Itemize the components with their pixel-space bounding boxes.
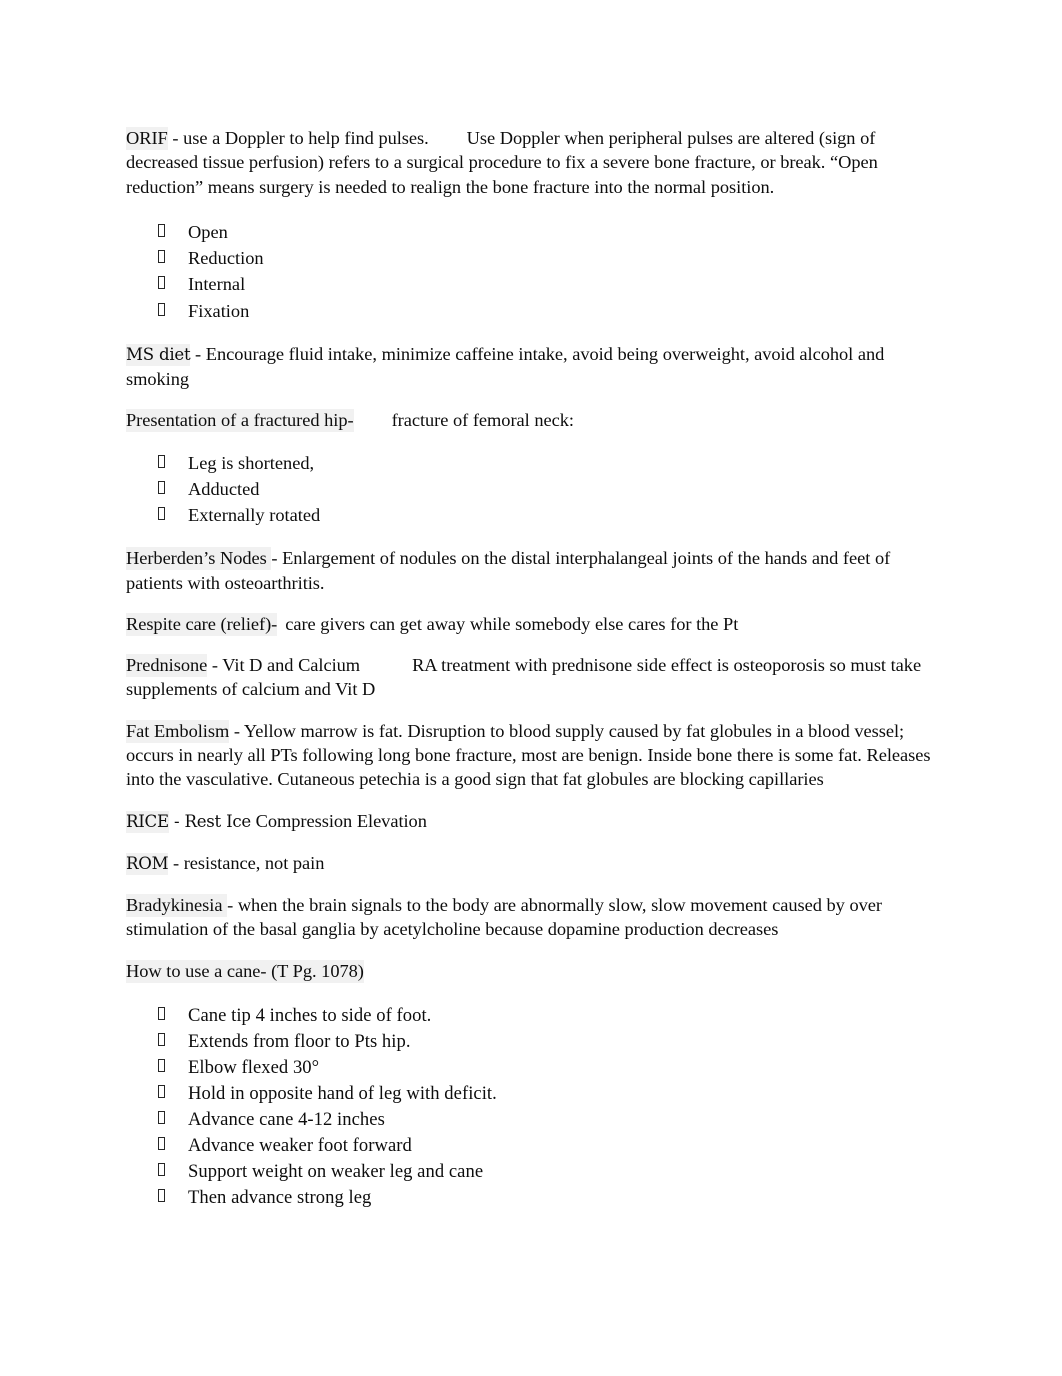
bradykinesia-body: - when the brain signals to the body are…	[126, 895, 882, 940]
list-orif-expansion: Open Reduction Internal Fixation	[126, 219, 942, 324]
respite-body: care givers can get away while somebody …	[285, 613, 739, 634]
term-orif: ORIF	[126, 127, 168, 150]
fat-embolism-body: - Yellow marrow is fat. Disruption to bl…	[126, 720, 931, 790]
rom-body: - resistance, not pain	[168, 852, 325, 873]
list-item-label: Hold in opposite hand of leg with defici…	[188, 1083, 497, 1105]
list-item: Advance weaker foot forward	[126, 1133, 942, 1159]
list-item: Cane tip 4 inches to side of foot.	[126, 1003, 942, 1029]
list-item: Leg is shortened,	[126, 450, 942, 476]
list-item-label: Extends from floor to Pts hip.	[188, 1031, 411, 1053]
list-item: Advance cane 4-12 inches	[126, 1107, 942, 1133]
list-fractured-hip: Leg is shortened, Adducted Externally ro…	[126, 450, 942, 529]
list-item: Extends from floor to Pts hip.	[126, 1029, 942, 1055]
bullet-box-icon	[158, 507, 165, 520]
list-item: Internal	[126, 271, 942, 297]
term-fractured-hip: Presentation of a fractured hip-	[126, 409, 354, 433]
bullet-box-icon	[158, 302, 165, 316]
list-item-label: Leg is shortened,	[188, 452, 315, 473]
list-item: Hold in opposite hand of leg with defici…	[126, 1081, 942, 1107]
document-page: ORIF - use a Doppler to help find pulses…	[0, 0, 1062, 1376]
list-item-label: Open	[188, 221, 228, 242]
paragraph-how-to-use-cane: How to use a cane- (T Pg. 1078)	[126, 959, 942, 983]
prednisone-body-a: - Vit D and Calcium	[207, 655, 361, 676]
term-herberden-nodes: Herberden’s Nodes	[126, 547, 272, 571]
list-item-label: Advance weaker foot forward	[188, 1135, 412, 1157]
orif-body-a: - use a Doppler to help find pulses.	[167, 128, 429, 148]
list-item-label: Support weight on weaker leg and cane	[188, 1161, 484, 1183]
bullet-box-icon	[158, 1111, 165, 1125]
bullet-box-icon	[158, 1085, 165, 1099]
ms-diet-body: - Encourage fluid intake, minimize caffe…	[126, 343, 885, 389]
list-item-label: Adducted	[188, 478, 260, 499]
list-item: Then advance strong leg	[126, 1185, 942, 1211]
bullet-box-icon	[158, 480, 165, 494]
list-item: Adducted	[126, 476, 942, 502]
bullet-box-icon	[158, 223, 165, 237]
paragraph-fractured-hip: Presentation of a fractured hip-fracture…	[126, 408, 942, 433]
bullet-box-icon	[158, 1137, 165, 1151]
bullet-box-icon	[158, 1007, 165, 1021]
bullet-box-icon	[158, 1163, 165, 1177]
list-item-label: Internal	[188, 274, 246, 295]
list-item: Reduction	[126, 245, 942, 271]
list-item-label: Reduction	[188, 248, 264, 269]
term-respite-care: Respite care (relief)-	[126, 612, 278, 636]
bullet-box-icon	[158, 1059, 165, 1073]
term-fat-embolism: Fat Embolism	[126, 719, 230, 743]
list-item: Fixation	[126, 298, 942, 324]
paragraph-bradykinesia: Bradykinesia - when the brain signals to…	[126, 893, 942, 942]
list-cane-steps: Cane tip 4 inches to side of foot. Exten…	[126, 1003, 942, 1211]
term-rice: RICE	[126, 810, 169, 833]
bullet-box-icon	[158, 454, 165, 468]
document-body: ORIF - use a Doppler to help find pulses…	[126, 126, 942, 1211]
bullet-box-icon	[158, 1189, 165, 1203]
list-item: Externally rotated	[126, 502, 942, 528]
list-item-label: Elbow flexed 30°	[188, 1057, 320, 1079]
list-item: Elbow flexed 30°	[126, 1055, 942, 1081]
paragraph-rice: RICE - Rest Ice Compression Elevation	[126, 809, 942, 834]
bullet-box-icon	[158, 1033, 165, 1047]
paragraph-orif: ORIF - use a Doppler to help find pulses…	[126, 126, 942, 199]
list-item: Open	[126, 219, 942, 245]
term-prednisone: Prednisone	[126, 654, 208, 678]
list-item-label: Cane tip 4 inches to side of foot.	[188, 1005, 432, 1027]
paragraph-fat-embolism: Fat Embolism - Yellow marrow is fat. Dis…	[126, 719, 942, 792]
fractured-hip-body: fracture of femoral neck:	[391, 410, 574, 431]
bullet-box-icon	[158, 250, 165, 264]
term-rom: ROM	[126, 852, 169, 875]
term-ms-diet: MS diet	[126, 343, 191, 366]
term-how-to-use-cane: How to use a cane- (T Pg. 1078)	[126, 959, 364, 983]
paragraph-respite-care: Respite care (relief)- care givers can ge…	[126, 612, 942, 636]
list-item: Support weight on weaker leg and cane	[126, 1159, 942, 1185]
paragraph-prednisone: Prednisone - Vit D and Calcium RA treatme…	[126, 653, 942, 702]
list-item-label: Externally rotated	[188, 505, 321, 525]
paragraph-herberden-nodes: Herberden’s Nodes - Enlargement of nodul…	[126, 546, 942, 595]
rice-body-b: Compression Elevation	[251, 810, 427, 831]
bullet-box-icon	[158, 276, 165, 290]
rice-body-a: - Rest Ice	[168, 811, 252, 831]
list-item-label: Fixation	[188, 300, 250, 321]
paragraph-rom: ROM - resistance, not pain	[126, 851, 942, 876]
paragraph-ms-diet: MS diet - Encourage fluid intake, minimi…	[126, 342, 942, 392]
list-item-label: Advance cane 4-12 inches	[188, 1109, 385, 1131]
term-bradykinesia: Bradykinesia	[126, 894, 228, 918]
list-item-label: Then advance strong leg	[188, 1187, 372, 1209]
